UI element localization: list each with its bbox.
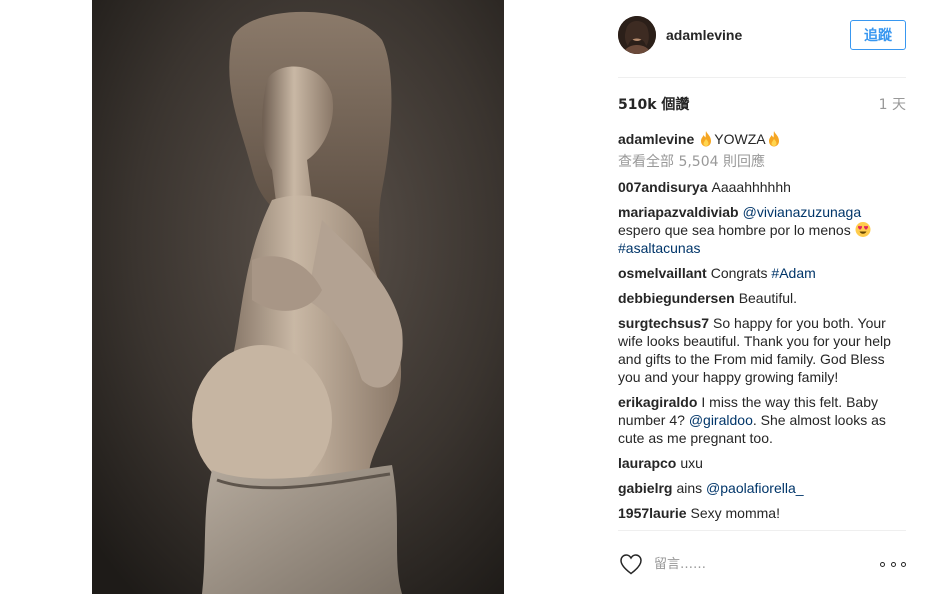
heart-icon[interactable] [619,553,643,575]
comment-item: 1957laurie Sexy momma! [618,504,906,522]
follow-button[interactable]: 追蹤 [850,20,906,50]
comment-input[interactable] [654,553,864,575]
comment-item: 007andisurya Aaaahhhhhh [618,178,906,196]
comment-hashtag[interactable]: #asaltacunas [618,240,701,256]
post-photo-image [92,0,504,594]
caption: adamlevine YOWZA [618,130,906,148]
post-author-username[interactable]: adamlevine [666,27,742,43]
comment-username[interactable]: 1957laurie [618,505,687,521]
post-sidebar: adamlevine 追蹤 510k 個讚 1 天 adamlevine YOWZ… [618,0,908,594]
post-header: adamlevine 追蹤 [618,15,906,57]
comment-username[interactable]: debbiegundersen [618,290,735,306]
comment-item: gabielrg ains @paolafiorella_ [618,479,906,497]
actions-divider [618,530,906,531]
more-options-icon[interactable] [880,554,906,574]
post-stats: 510k 個讚 1 天 [618,94,906,114]
comment-mention[interactable]: @giraldoo [689,412,753,428]
post-actions [618,548,906,580]
comment-item: laurapco uxu [618,454,906,472]
heart-eyes-emoji-icon [855,222,871,237]
post-photo[interactable] [92,0,504,594]
more-dot [890,561,896,567]
view-all-comments-link[interactable]: 查看全部 5,504 則回應 [618,153,906,171]
comment-username[interactable]: gabielrg [618,480,672,496]
comment-text: Aaaahhhhhh [711,179,791,195]
comment-item: surgtechsus7 So happy for you both. Your … [618,314,906,386]
post-timestamp[interactable]: 1 天 [879,94,906,114]
fire-emoji-icon [701,131,712,147]
comment-item: mariapazvaldiviab @vivianazuzunaga espero… [618,203,906,257]
more-dot [880,561,885,567]
comment-username[interactable]: osmelvaillant [618,265,707,281]
comment-username[interactable]: erikagiraldo [618,394,697,410]
comment-item: osmelvaillant Congrats #Adam [618,264,906,282]
caption-text: YOWZA [714,131,766,147]
likes-count[interactable]: 510k 個讚 [618,94,689,114]
comment-username[interactable]: surgtechsus7 [618,315,709,331]
comment-item: erikagiraldo I miss the way this felt. Ba… [618,393,906,447]
comment-item: debbiegundersen Beautiful. [618,289,906,307]
comment-mention[interactable]: @paolafiorella_ [706,480,804,496]
comment-text: Beautiful. [738,290,798,306]
header-divider [618,77,906,78]
comment-text: Congrats [710,265,768,281]
comment-text: ains [676,480,703,496]
comment-mention[interactable]: @vivianazuzunaga [743,204,862,220]
comment-username[interactable]: laurapco [618,455,676,471]
fire-emoji-icon [768,131,779,147]
comments-list: adamlevine YOWZA 查看全部 5,504 則回應 007andisu… [618,130,906,528]
more-dot [901,561,906,567]
comment-username[interactable]: 007andisurya [618,179,708,195]
comment-text: espero que sea hombre por lo menos [618,222,851,238]
comment-username[interactable]: mariapazvaldiviab [618,204,739,220]
comment-text: Sexy momma! [690,505,780,521]
avatar[interactable] [618,16,656,54]
avatar-image [618,16,656,54]
comment-text: uxu [680,455,703,471]
caption-username[interactable]: adamlevine [618,131,694,147]
comment-hashtag[interactable]: #Adam [771,265,815,281]
